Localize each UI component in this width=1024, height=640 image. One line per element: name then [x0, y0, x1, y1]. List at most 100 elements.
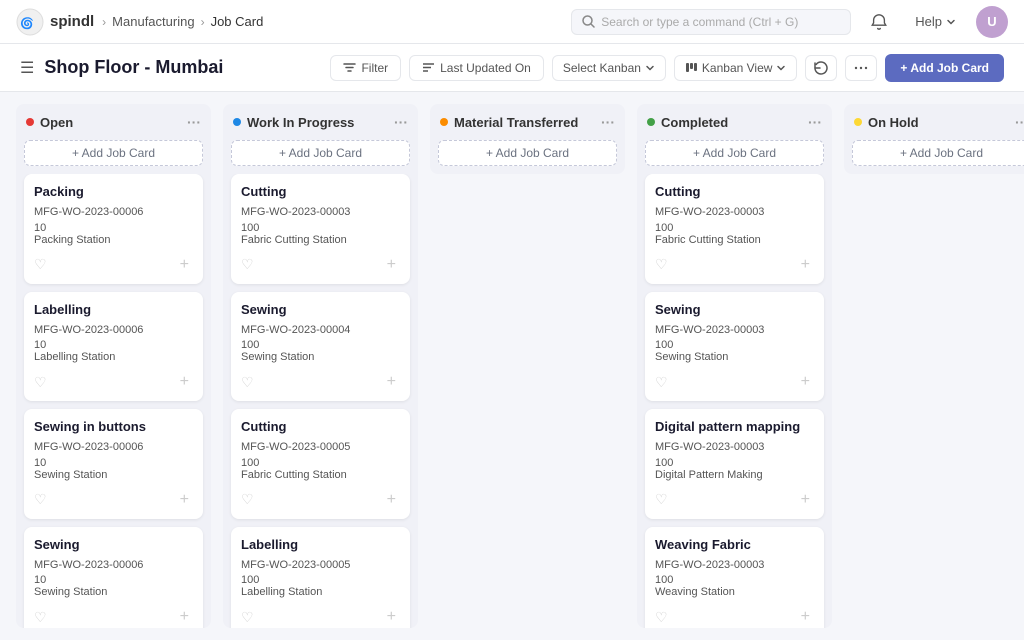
column-more-open[interactable]: ··· — [187, 114, 201, 130]
add-card-button-top-on-hold[interactable]: + Add Job Card — [852, 140, 1024, 166]
card-add-icon[interactable]: + — [797, 371, 814, 393]
column-dot-work-in-progress — [233, 118, 241, 126]
column-more-on-hold[interactable]: ··· — [1015, 114, 1024, 130]
favorite-icon[interactable]: ♡ — [241, 374, 254, 391]
column-more-work-in-progress[interactable]: ··· — [394, 114, 408, 130]
kanban-card[interactable]: Weaving Fabric MFG-WO-2023-00003 100 Wea… — [645, 527, 824, 628]
page-title: Shop Floor - Mumbai — [44, 57, 223, 78]
column-header-work-in-progress: Work In Progress ··· — [223, 104, 418, 136]
add-card-button-top-open[interactable]: + Add Job Card — [24, 140, 203, 166]
card-wo: MFG-WO-2023-00003 — [655, 439, 814, 457]
card-footer: ♡ + — [241, 489, 400, 511]
search-bar[interactable]: Search or type a command (Ctrl + G) — [571, 9, 851, 35]
card-qty: 100 — [241, 457, 400, 469]
card-qty: 100 — [655, 574, 814, 586]
card-wo: MFG-WO-2023-00006 — [34, 322, 193, 340]
favorite-icon[interactable]: ♡ — [241, 256, 254, 273]
kanban-icon — [685, 61, 698, 74]
card-wo: MFG-WO-2023-00003 — [241, 204, 400, 222]
card-station: Fabric Cutting Station — [655, 234, 814, 246]
column-completed: Completed ··· + Add Job Card Cutting MFG… — [637, 104, 832, 628]
notifications-icon[interactable] — [863, 6, 895, 38]
card-add-icon[interactable]: + — [176, 489, 193, 511]
breadcrumb-jobcard[interactable]: Job Card — [211, 14, 264, 29]
card-station: Fabric Cutting Station — [241, 234, 400, 246]
column-header-left-work-in-progress: Work In Progress — [233, 115, 354, 130]
kanban-card[interactable]: Cutting MFG-WO-2023-00005 100 Fabric Cut… — [231, 409, 410, 519]
card-title: Cutting — [241, 184, 400, 199]
favorite-icon[interactable]: ♡ — [34, 491, 47, 508]
column-header-open: Open ··· — [16, 104, 211, 136]
card-add-icon[interactable]: + — [176, 254, 193, 276]
kanban-card[interactable]: Labelling MFG-WO-2023-00006 10 Labelling… — [24, 292, 203, 402]
sort-label: Last Updated On — [440, 61, 531, 75]
card-add-icon[interactable]: + — [797, 254, 814, 276]
card-add-icon[interactable]: + — [176, 371, 193, 393]
favorite-icon[interactable]: ♡ — [655, 374, 668, 391]
kanban-view-label: Kanban View — [702, 61, 773, 75]
card-add-icon[interactable]: + — [383, 254, 400, 276]
favorite-icon[interactable]: ♡ — [34, 609, 47, 626]
column-dot-material-transferred — [440, 118, 448, 126]
favorite-icon[interactable]: ♡ — [655, 609, 668, 626]
card-title: Labelling — [241, 537, 400, 552]
card-add-icon[interactable]: + — [383, 606, 400, 628]
column-header-left-open: Open — [26, 115, 73, 130]
avatar[interactable]: U — [976, 6, 1008, 38]
favorite-icon[interactable]: ♡ — [655, 256, 668, 273]
more-options-button[interactable] — [845, 55, 877, 81]
cards-list-open: Packing MFG-WO-2023-00006 10 Packing Sta… — [16, 174, 211, 628]
kanban-card[interactable]: Sewing MFG-WO-2023-00003 100 Sewing Stat… — [645, 292, 824, 402]
column-more-material-transferred[interactable]: ··· — [601, 114, 615, 130]
card-qty: 10 — [34, 457, 193, 469]
refresh-button[interactable] — [805, 55, 837, 81]
card-station: Fabric Cutting Station — [241, 469, 400, 481]
favorite-icon[interactable]: ♡ — [241, 609, 254, 626]
filter-button[interactable]: Filter — [330, 55, 401, 81]
card-footer: ♡ + — [241, 254, 400, 276]
add-card-button-top-work-in-progress[interactable]: + Add Job Card — [231, 140, 410, 166]
favorite-icon[interactable]: ♡ — [655, 491, 668, 508]
card-station: Sewing Station — [655, 351, 814, 363]
add-card-button-top-material-transferred[interactable]: + Add Job Card — [438, 140, 617, 166]
card-footer: ♡ + — [34, 606, 193, 628]
favorite-icon[interactable]: ♡ — [34, 256, 47, 273]
card-wo: MFG-WO-2023-00003 — [655, 204, 814, 222]
logo[interactable]: 🌀 spindl — [16, 8, 94, 36]
card-add-icon[interactable]: + — [797, 606, 814, 628]
card-title: Packing — [34, 184, 193, 199]
column-open: Open ··· + Add Job Card Packing MFG-WO-2… — [16, 104, 211, 628]
sort-button[interactable]: Last Updated On — [409, 55, 544, 81]
favorite-icon[interactable]: ♡ — [34, 374, 47, 391]
add-card-button-top-completed[interactable]: + Add Job Card — [645, 140, 824, 166]
logo-text: spindl — [50, 13, 94, 30]
kanban-card[interactable]: Packing MFG-WO-2023-00006 10 Packing Sta… — [24, 174, 203, 284]
kanban-card[interactable]: Sewing MFG-WO-2023-00006 10 Sewing Stati… — [24, 527, 203, 628]
card-footer: ♡ + — [655, 489, 814, 511]
kanban-view-dropdown[interactable]: Kanban View — [674, 55, 798, 81]
card-add-icon[interactable]: + — [176, 606, 193, 628]
sort-icon — [422, 61, 435, 74]
add-job-card-button[interactable]: + Add Job Card — [885, 54, 1004, 82]
select-kanban-dropdown[interactable]: Select Kanban — [552, 55, 666, 81]
card-add-icon[interactable]: + — [797, 489, 814, 511]
kanban-card[interactable]: Digital pattern mapping MFG-WO-2023-0000… — [645, 409, 824, 519]
column-dot-open — [26, 118, 34, 126]
favorite-icon[interactable]: ♡ — [241, 491, 254, 508]
card-add-icon[interactable]: + — [383, 371, 400, 393]
card-wo: MFG-WO-2023-00003 — [655, 322, 814, 340]
filter-label: Filter — [361, 61, 388, 75]
kanban-card[interactable]: Cutting MFG-WO-2023-00003 100 Fabric Cut… — [231, 174, 410, 284]
card-qty: 100 — [241, 222, 400, 234]
help-button[interactable]: Help — [907, 10, 964, 33]
kanban-card[interactable]: Sewing in buttons MFG-WO-2023-00006 10 S… — [24, 409, 203, 519]
card-station: Packing Station — [34, 234, 193, 246]
kanban-card[interactable]: Labelling MFG-WO-2023-00005 100 Labellin… — [231, 527, 410, 628]
menu-icon[interactable]: ☰ — [20, 58, 34, 78]
column-more-completed[interactable]: ··· — [808, 114, 822, 130]
kanban-card[interactable]: Sewing MFG-WO-2023-00004 100 Sewing Stat… — [231, 292, 410, 402]
kanban-card[interactable]: Cutting MFG-WO-2023-00003 100 Fabric Cut… — [645, 174, 824, 284]
breadcrumb-manufacturing[interactable]: Manufacturing — [112, 14, 194, 29]
card-qty: 100 — [241, 339, 400, 351]
card-add-icon[interactable]: + — [383, 489, 400, 511]
